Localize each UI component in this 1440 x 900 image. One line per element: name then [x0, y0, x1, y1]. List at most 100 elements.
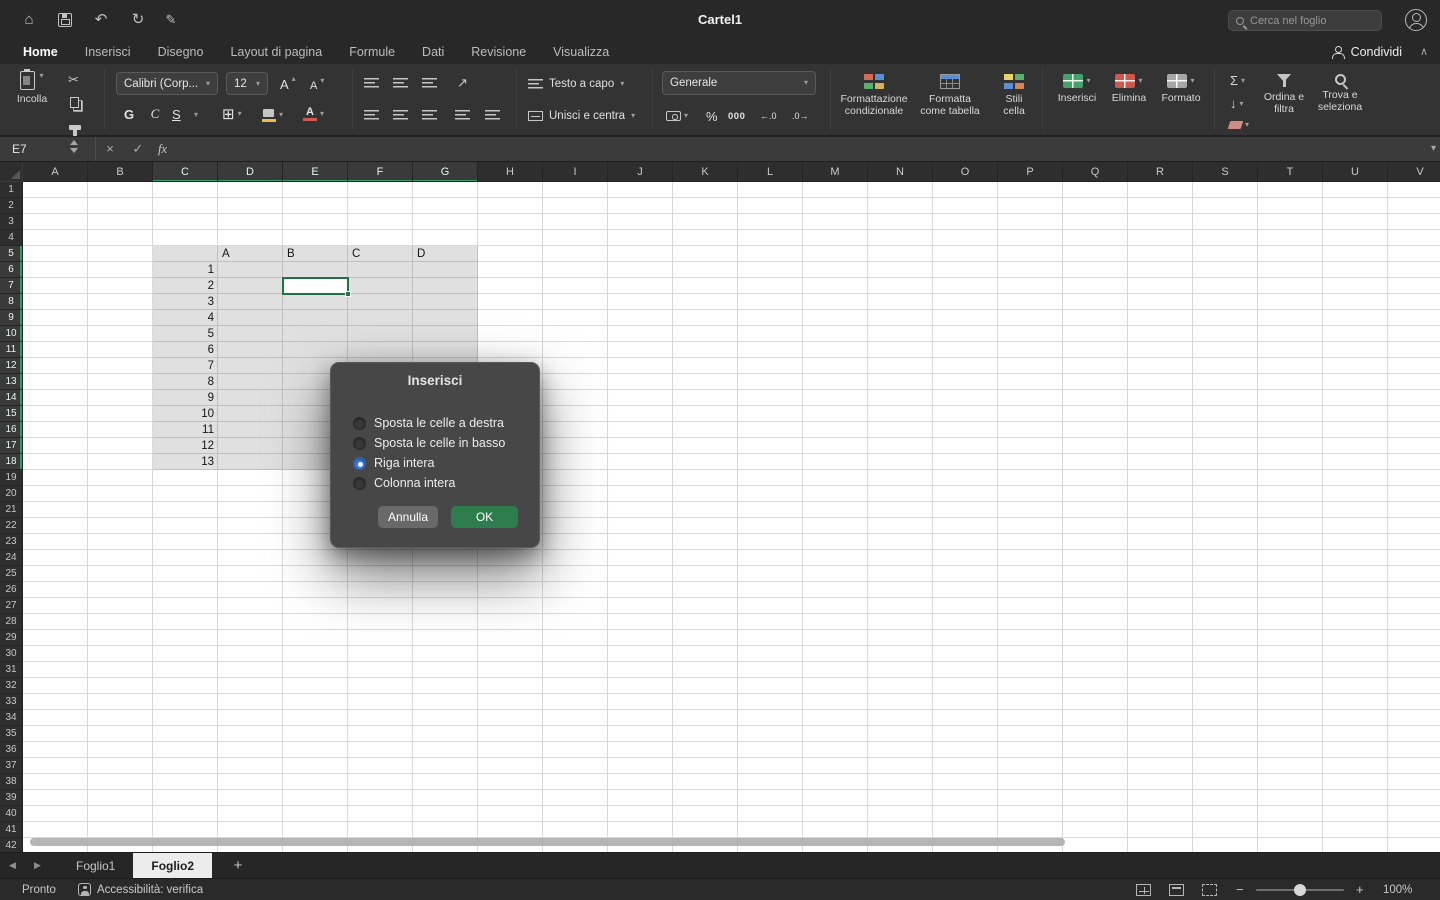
row-header-3[interactable]: 3 [0, 214, 22, 230]
cell-C9[interactable]: 4 [153, 310, 218, 326]
save-icon[interactable] [58, 13, 72, 27]
cell-C8[interactable]: 3 [153, 294, 218, 310]
underline-button[interactable]: S [172, 104, 181, 124]
decrease-indent-icon[interactable] [455, 110, 470, 120]
find-select-button[interactable]: Trova e seleziona [1312, 74, 1368, 113]
merge-center-button[interactable]: Unisci e centra ▾ [528, 106, 635, 126]
copy-button[interactable] [70, 95, 79, 113]
column-header-K[interactable]: K [673, 162, 738, 182]
percent-format-button[interactable]: % [706, 106, 718, 126]
tab-disegno[interactable]: Disegno [158, 45, 204, 59]
redo-button[interactable]: ↻ [129, 0, 147, 40]
cell-C6[interactable]: 1 [153, 262, 218, 278]
currency-format-button[interactable]: ▾ [666, 106, 688, 126]
column-header-G[interactable]: G [413, 162, 478, 182]
align-right-icon[interactable] [422, 110, 437, 120]
formula-bar-expand-chevron[interactable]: ▾ [1431, 137, 1436, 161]
row-header-14[interactable]: 14 [0, 390, 22, 406]
row-header-20[interactable]: 20 [0, 486, 22, 502]
column-header-D[interactable]: D [218, 162, 283, 182]
cell-C17[interactable]: 12 [153, 438, 218, 454]
tab-layout-di-pagina[interactable]: Layout di pagina [230, 45, 322, 59]
active-cell[interactable] [282, 277, 349, 295]
share-button[interactable]: Condividi [1332, 40, 1402, 64]
row-header-33[interactable]: 33 [0, 694, 22, 710]
format-cells-button[interactable]: ▾ Formato [1154, 74, 1208, 105]
column-header-R[interactable]: R [1128, 162, 1193, 182]
tab-home[interactable]: Home [23, 45, 58, 59]
cell-E5[interactable]: B [283, 246, 348, 262]
tab-dati[interactable]: Dati [422, 45, 444, 59]
cell-C18[interactable]: 13 [153, 454, 218, 470]
align-left-icon[interactable] [364, 110, 379, 120]
row-header-37[interactable]: 37 [0, 758, 22, 774]
row-header-35[interactable]: 35 [0, 726, 22, 742]
row-header-17[interactable]: 17 [0, 438, 22, 454]
column-header-J[interactable]: J [608, 162, 673, 182]
row-header-23[interactable]: 23 [0, 534, 22, 550]
next-sheet-button[interactable]: ▶ [25, 860, 50, 871]
row-header-12[interactable]: 12 [0, 358, 22, 374]
row-header-16[interactable]: 16 [0, 422, 22, 438]
row-header-36[interactable]: 36 [0, 742, 22, 758]
name-box-stepper[interactable] [70, 140, 78, 153]
fill-button[interactable]: ↓ ▾ [1230, 96, 1244, 111]
chevron-down-icon[interactable]: ▾ [194, 110, 198, 120]
number-format-combo[interactable]: Generale ▾ [662, 71, 816, 95]
formula-confirm-button[interactable]: ✓ [128, 137, 148, 161]
row-header-11[interactable]: 11 [0, 342, 22, 358]
horizontal-scrollbar[interactable] [30, 838, 1065, 846]
row-header-15[interactable]: 15 [0, 406, 22, 422]
tab-visualizza[interactable]: Visualizza [553, 45, 609, 59]
tab-formule[interactable]: Formule [349, 45, 395, 59]
cell-styles-button[interactable]: Stili cella [986, 74, 1042, 117]
row-header-29[interactable]: 29 [0, 630, 22, 646]
fill-handle[interactable] [345, 291, 351, 297]
row-header-4[interactable]: 4 [0, 230, 22, 246]
row-header-41[interactable]: 41 [0, 822, 22, 838]
column-header-E[interactable]: E [283, 162, 348, 182]
wrap-text-button[interactable]: Testo a capo ▾ [528, 74, 624, 94]
page-layout-view-button[interactable] [1169, 884, 1184, 896]
column-header-L[interactable]: L [738, 162, 803, 182]
row-header-8[interactable]: 8 [0, 294, 22, 310]
row-header-19[interactable]: 19 [0, 470, 22, 486]
cell-D5[interactable]: A [218, 246, 283, 262]
shrink-font-button[interactable]: A ▾ [310, 76, 324, 96]
sheet-tab-foglio2[interactable]: Foglio2 [133, 853, 212, 879]
row-header-38[interactable]: 38 [0, 774, 22, 790]
page-break-view-button[interactable] [1202, 884, 1217, 896]
accessibility-status[interactable]: Accessibilità: verifica [97, 879, 203, 900]
account-avatar[interactable] [1405, 9, 1427, 31]
dialog-cancel-button[interactable]: Annulla [378, 506, 438, 528]
row-header-42[interactable]: 42 [0, 838, 22, 852]
undo-button[interactable]: ↶ [92, 0, 110, 40]
select-all-corner[interactable] [0, 162, 23, 182]
radio-option-riga-intera[interactable]: Riga intera [353, 453, 529, 473]
sheet-tab-foglio1[interactable]: Foglio1 [58, 853, 133, 879]
font-name-combo[interactable]: Calibri (Corp... ▾ [116, 72, 218, 95]
home-icon[interactable]: ⌂ [20, 0, 38, 40]
fill-color-button[interactable]: ▾ [262, 105, 283, 125]
tab-revisione[interactable]: Revisione [471, 45, 526, 59]
cell-C15[interactable]: 10 [153, 406, 218, 422]
cut-button[interactable]: ✂ [68, 73, 79, 87]
customize-toolbar-button[interactable]: ✎ [162, 0, 180, 40]
normal-view-button[interactable] [1136, 884, 1151, 896]
cell-C7[interactable]: 2 [153, 278, 218, 294]
row-header-27[interactable]: 27 [0, 598, 22, 614]
align-middle-icon[interactable] [393, 78, 408, 88]
autosum-button[interactable]: Σ ▾ [1230, 73, 1245, 88]
borders-button[interactable]: ⊞ ▾ [222, 104, 242, 124]
cell-C16[interactable]: 11 [153, 422, 218, 438]
column-header-U[interactable]: U [1323, 162, 1388, 182]
font-size-combo[interactable]: 12 ▾ [226, 72, 268, 95]
cell-G5[interactable]: D [413, 246, 478, 262]
zoom-slider-thumb[interactable] [1294, 884, 1306, 896]
column-header-H[interactable]: H [478, 162, 543, 182]
cell-F5[interactable]: C [348, 246, 413, 262]
row-header-21[interactable]: 21 [0, 502, 22, 518]
thousands-format-button[interactable]: 000 [728, 106, 745, 126]
dialog-ok-button[interactable]: OK [451, 506, 518, 528]
format-painter-button[interactable] [69, 117, 81, 135]
